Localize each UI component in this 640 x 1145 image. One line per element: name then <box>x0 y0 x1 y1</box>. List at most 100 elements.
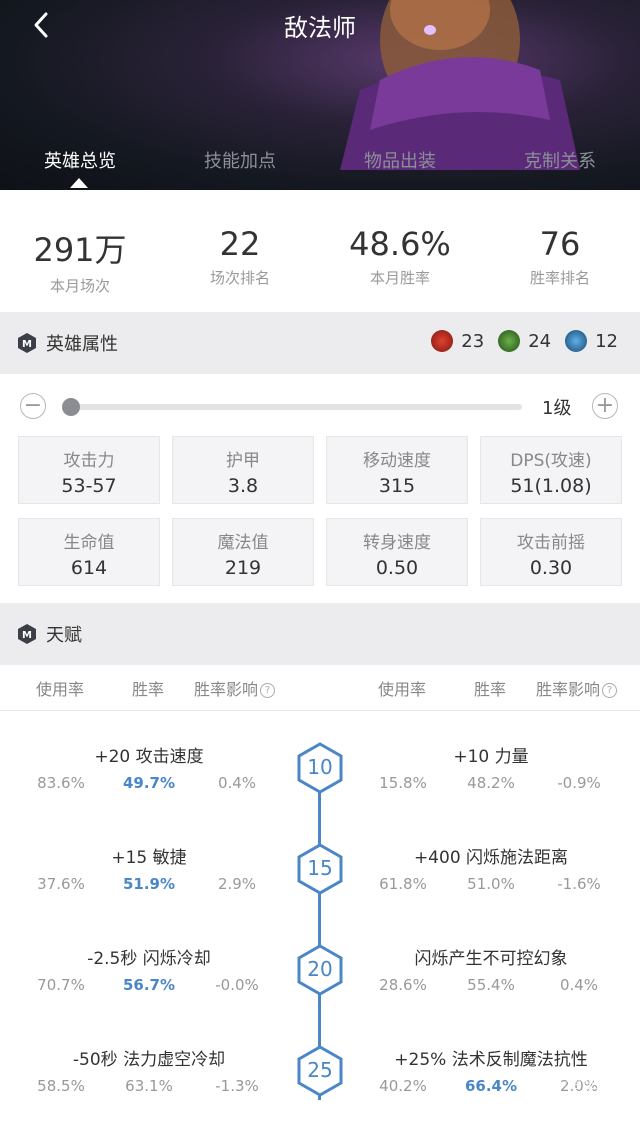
talent-right-use-rate: 61.8% <box>379 875 427 893</box>
summary-stats: 291万 本月场次 22 场次排名 48.6% 本月胜率 76 胜率排名 <box>0 195 640 310</box>
attr-key: 魔法值 <box>217 533 269 553</box>
agility-icon <box>498 330 521 352</box>
header-use-rate: 使用率 <box>36 680 85 699</box>
talent-right-name[interactable]: 闪烁产生不可控幻象 <box>376 944 606 969</box>
attr-key: DPS(攻速) <box>510 451 592 471</box>
talent-right-win-rate: 48.2% <box>467 774 515 792</box>
level-slider-handle[interactable] <box>62 398 80 416</box>
stat-monthly-matches: 291万 本月场次 <box>0 195 160 310</box>
intelligence-badge: 12 <box>565 330 618 352</box>
talent-left-win-rate: 63.1% <box>125 1077 173 1095</box>
header-impact-label: 胜率影响 <box>536 680 601 699</box>
attr-cell-dps: DPS(攻速) 51(1.08) <box>480 436 622 504</box>
attr-key: 生命值 <box>63 533 115 553</box>
talent-left-win-rate: 49.7% <box>122 774 176 792</box>
talent-left-impact: -0.0% <box>215 976 259 994</box>
attr-key: 护甲 <box>226 451 260 471</box>
talent-level-label: 10 <box>307 755 333 779</box>
tab-counters[interactable]: 克制关系 <box>480 140 640 184</box>
talent-left-use-rate: 83.6% <box>37 774 85 792</box>
level-increase-button[interactable]: + <box>592 393 618 419</box>
level-decrease-button[interactable]: − <box>20 393 46 419</box>
talent-right-impact: -1.6% <box>557 875 601 893</box>
talent-right-name[interactable]: +10 力量 <box>376 742 606 767</box>
header-win-rate: 胜率 <box>474 680 507 699</box>
strength-icon <box>431 330 454 352</box>
talent-right-name[interactable]: +25% 法术反制魔法抗性 <box>376 1045 606 1070</box>
attr-cell-move-speed: 移动速度 315 <box>326 436 468 504</box>
stat-label: 场次排名 <box>209 269 270 287</box>
talent-left-name[interactable]: +20 攻击速度 <box>34 742 264 767</box>
header-use-rate: 使用率 <box>378 680 427 699</box>
talent-left-impact: 2.9% <box>217 875 257 893</box>
talent-level-label: 25 <box>307 1058 333 1082</box>
section-title: 天赋 <box>46 625 82 646</box>
attr-value: 51(1.08) <box>510 475 592 497</box>
attr-cell-attack: 攻击力 53-57 <box>18 436 160 504</box>
talents-header: M 天赋 <box>0 603 640 665</box>
tab-item-build[interactable]: 物品出装 <box>320 140 480 184</box>
stat-label: 本月场次 <box>49 277 110 295</box>
tab-skill-build[interactable]: 技能加点 <box>160 140 320 184</box>
primary-attributes: 23 24 12 <box>417 330 618 352</box>
strength-badge: 23 <box>431 330 484 352</box>
talent-right-use-rate: 28.6% <box>379 976 427 994</box>
section-title: 英雄属性 <box>46 334 118 355</box>
attr-value: 0.50 <box>375 557 419 579</box>
talent-level-label: 20 <box>307 957 333 981</box>
talent-right-impact: 0.4% <box>559 976 599 994</box>
attr-value: 3.8 <box>227 475 259 497</box>
talent-right-impact: -0.9% <box>557 774 601 792</box>
stat-label: 胜率排名 <box>529 269 590 287</box>
svg-text:M: M <box>22 339 32 350</box>
header-impact: 胜率影响? <box>536 676 618 700</box>
attr-key: 转身速度 <box>363 533 431 553</box>
talent-right-name[interactable]: +400 闪烁施法距离 <box>376 843 606 868</box>
watermark: 悟空问答 <box>565 1073 630 1092</box>
page-title: 敌法师 <box>284 14 356 42</box>
attr-cell-mana: 魔法值 219 <box>172 518 314 586</box>
stat-monthly-winrate: 48.6% 本月胜率 <box>320 195 480 310</box>
m-logo-icon: M <box>18 333 36 353</box>
talent-left-use-rate: 58.5% <box>37 1077 85 1095</box>
level-slider-track[interactable] <box>62 404 522 410</box>
attr-cell-attack-point: 攻击前摇 0.30 <box>480 518 622 586</box>
m-logo-icon: M <box>18 624 36 644</box>
attr-key: 攻击前摇 <box>517 533 585 553</box>
svg-text:M: M <box>22 630 32 641</box>
talent-left-name[interactable]: -50秒 法力虚空冷却 <box>34 1045 264 1070</box>
talent-left-win-rate: 51.9% <box>122 875 176 893</box>
intelligence-value: 12 <box>595 330 618 352</box>
active-tab-indicator <box>70 178 88 188</box>
stat-match-rank: 22 场次排名 <box>160 195 320 310</box>
attr-cell-turn-rate: 转身速度 0.50 <box>326 518 468 586</box>
talent-left-name[interactable]: +15 敏捷 <box>34 843 264 868</box>
talent-column-headers: 使用率 胜率 胜率影响? 使用率 胜率 胜率影响? <box>0 664 640 711</box>
attr-value: 315 <box>378 475 416 497</box>
talent-left-name[interactable]: -2.5秒 闪烁冷却 <box>34 944 264 969</box>
attr-value: 219 <box>224 557 262 579</box>
talent-left-impact: -1.3% <box>215 1077 259 1095</box>
talent-left-impact: 0.4% <box>217 774 257 792</box>
talent-left-win-rate: 56.7% <box>122 976 176 994</box>
talent-right-use-rate: 40.2% <box>379 1077 427 1095</box>
talent-right-win-rate: 51.0% <box>467 875 515 893</box>
stat-winrate-rank: 76 胜率排名 <box>480 195 640 310</box>
attr-value: 53-57 <box>61 475 117 497</box>
help-icon[interactable]: ? <box>260 683 276 698</box>
level-slider-row: − 1级 + <box>0 388 640 424</box>
header-win-rate: 胜率 <box>132 680 165 699</box>
attr-value: 0.30 <box>529 557 573 579</box>
stat-value: 48.6% <box>349 225 451 263</box>
tab-bar: 英雄总览 技能加点 物品出装 克制关系 <box>0 140 640 184</box>
stat-value: 76 <box>539 225 581 263</box>
talent-right-win-rate: 66.4% <box>464 1077 518 1095</box>
stat-value: 291万 <box>33 231 127 269</box>
help-icon[interactable]: ? <box>602 683 618 698</box>
attr-value: 614 <box>70 557 108 579</box>
agility-value: 24 <box>528 330 552 352</box>
strength-value: 23 <box>461 330 485 352</box>
agility-badge: 24 <box>498 330 551 352</box>
level-label: 1级 <box>542 398 572 419</box>
attribute-grid-row-2: 生命值 614 魔法值 219 转身速度 0.50 攻击前摇 0.30 <box>18 518 624 586</box>
